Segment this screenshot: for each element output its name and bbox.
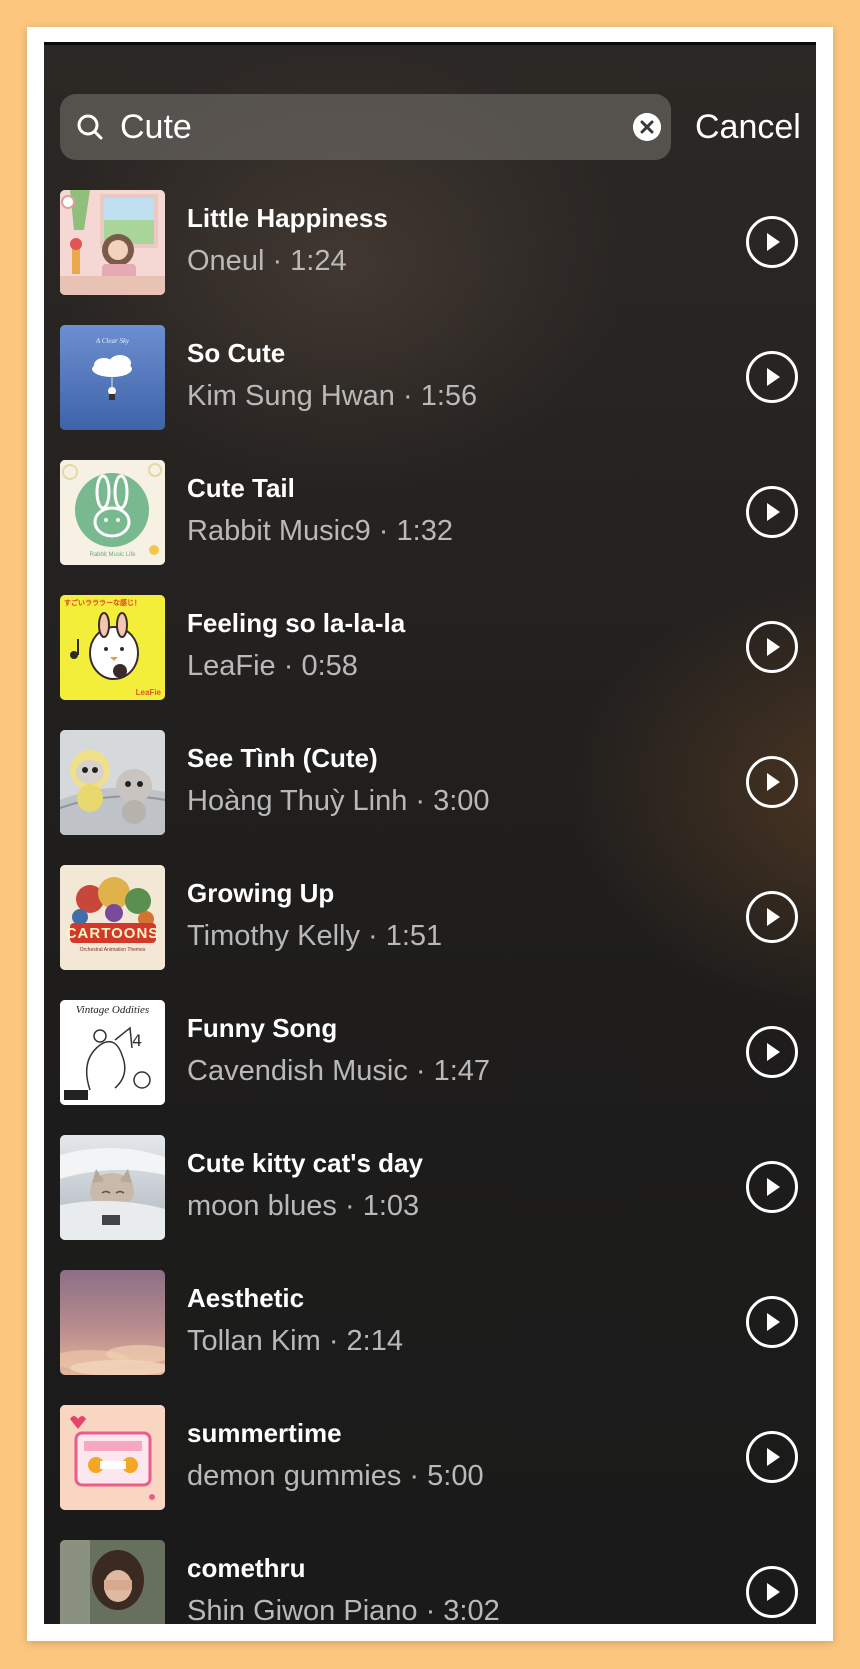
track-artist-duration: Hoàng Thuỳ Linh · 3:00 — [187, 785, 490, 817]
svg-text:4: 4 — [132, 1031, 142, 1050]
artwork-summertime — [60, 1405, 165, 1510]
search-results-list: Little Happiness Oneul · 1:24 A Clear Sk… — [44, 190, 816, 1624]
track-artist-duration: Cavendish Music · 1:47 — [187, 1055, 491, 1087]
cancel-button[interactable]: Cancel — [695, 94, 801, 160]
play-icon[interactable] — [746, 621, 798, 673]
track-row[interactable]: comethru Shin Giwon Piano · 3:02 — [44, 1540, 816, 1624]
artwork-caption: A Clear Sky — [95, 337, 130, 345]
artwork-cute-kitty — [60, 1135, 165, 1240]
search-bar[interactable]: Cute — [60, 94, 671, 160]
track-artist-duration: Shin Giwon Piano · 3:02 — [187, 1595, 500, 1624]
play-icon[interactable] — [746, 1026, 798, 1078]
track-title: Feeling so la-la-la — [187, 608, 406, 638]
track-title: Cute kitty cat's day — [187, 1148, 423, 1178]
track-title: Growing Up — [187, 878, 335, 908]
track-row[interactable]: Rabbit Music Life Cute Tail Rabbit Music… — [44, 460, 816, 595]
track-title: summertime — [187, 1418, 342, 1448]
play-icon[interactable] — [746, 1161, 798, 1213]
artwork-growing-up: CARTOONS Orchestral Animation Themes — [60, 865, 165, 970]
play-icon[interactable] — [746, 1566, 798, 1618]
artwork-aesthetic — [60, 1270, 165, 1375]
artwork-feeling-so-la-la-la: すごいラララーな感じ！ LeaFie — [60, 595, 165, 700]
artwork-funny-song: 4 Vintage Oddities — [60, 1000, 165, 1105]
track-title: Little Happiness — [187, 203, 388, 233]
music-search-screen: Cute Cancel Little Happiness Oneul · 1:2… — [44, 42, 816, 1624]
track-artist-duration: demon gummies · 5:00 — [187, 1460, 484, 1492]
artwork-see-tinh — [60, 730, 165, 835]
play-icon[interactable] — [746, 1296, 798, 1348]
play-icon[interactable] — [746, 216, 798, 268]
artwork-little-happiness — [60, 190, 165, 295]
track-artist-duration: Rabbit Music9 · 1:32 — [187, 515, 453, 547]
artwork-caption: Vintage Oddities — [75, 1004, 150, 1016]
artwork-caption: すごいラララーな感じ！ — [64, 600, 141, 607]
track-artist-duration: Tollan Kim · 2:14 — [187, 1325, 403, 1357]
track-row[interactable]: A Clear Sky So Cute Kim Sung Hwan · 1:56 — [44, 325, 816, 460]
artwork-so-cute: A Clear Sky — [60, 325, 165, 430]
track-title: Cute Tail — [187, 473, 295, 503]
artwork-comethru — [60, 1540, 165, 1624]
track-artist-duration: LeaFie · 0:58 — [187, 650, 358, 682]
track-title: Aesthetic — [187, 1283, 305, 1313]
track-artist-duration: Kim Sung Hwan · 1:56 — [187, 380, 478, 412]
track-title: See Tình (Cute) — [187, 743, 378, 773]
play-icon[interactable] — [746, 756, 798, 808]
track-row[interactable]: すごいラララーな感じ！ LeaFie Feeling so la-la-la L… — [44, 595, 816, 730]
track-artist-duration: Oneul · 1:24 — [187, 245, 347, 277]
track-row[interactable]: CARTOONS Orchestral Animation Themes Gro… — [44, 865, 816, 1000]
track-row[interactable]: See Tình (Cute) Hoàng Thuỳ Linh · 3:00 — [44, 730, 816, 865]
play-icon[interactable] — [746, 351, 798, 403]
track-title: comethru — [187, 1553, 306, 1583]
track-row[interactable]: Aesthetic Tollan Kim · 2:14 — [44, 1270, 816, 1405]
search-input[interactable]: Cute — [120, 94, 192, 160]
artwork-caption: LeaFie — [135, 688, 161, 697]
track-title: Funny Song — [187, 1013, 338, 1043]
track-row[interactable]: Little Happiness Oneul · 1:24 — [44, 190, 816, 325]
track-row[interactable]: Cute kitty cat's day moon blues · 1:03 — [44, 1135, 816, 1270]
track-artist-duration: moon blues · 1:03 — [187, 1190, 420, 1222]
artwork-caption: CARTOONS — [65, 925, 160, 942]
track-title: So Cute — [187, 338, 286, 368]
play-icon[interactable] — [746, 891, 798, 943]
search-icon — [77, 114, 103, 140]
play-icon[interactable] — [746, 1431, 798, 1483]
track-row[interactable]: 4 Vintage Oddities Funny Song Cavendish … — [44, 1000, 816, 1135]
artwork-cute-tail: Rabbit Music Life — [60, 460, 165, 565]
track-row[interactable]: summertime demon gummies · 5:00 — [44, 1405, 816, 1540]
artwork-caption: Orchestral Animation Themes — [79, 947, 146, 953]
track-artist-duration: Timothy Kelly · 1:51 — [187, 920, 443, 952]
artwork-caption: Rabbit Music Life — [89, 552, 136, 558]
play-icon[interactable] — [746, 486, 798, 538]
clear-icon[interactable] — [633, 113, 661, 141]
